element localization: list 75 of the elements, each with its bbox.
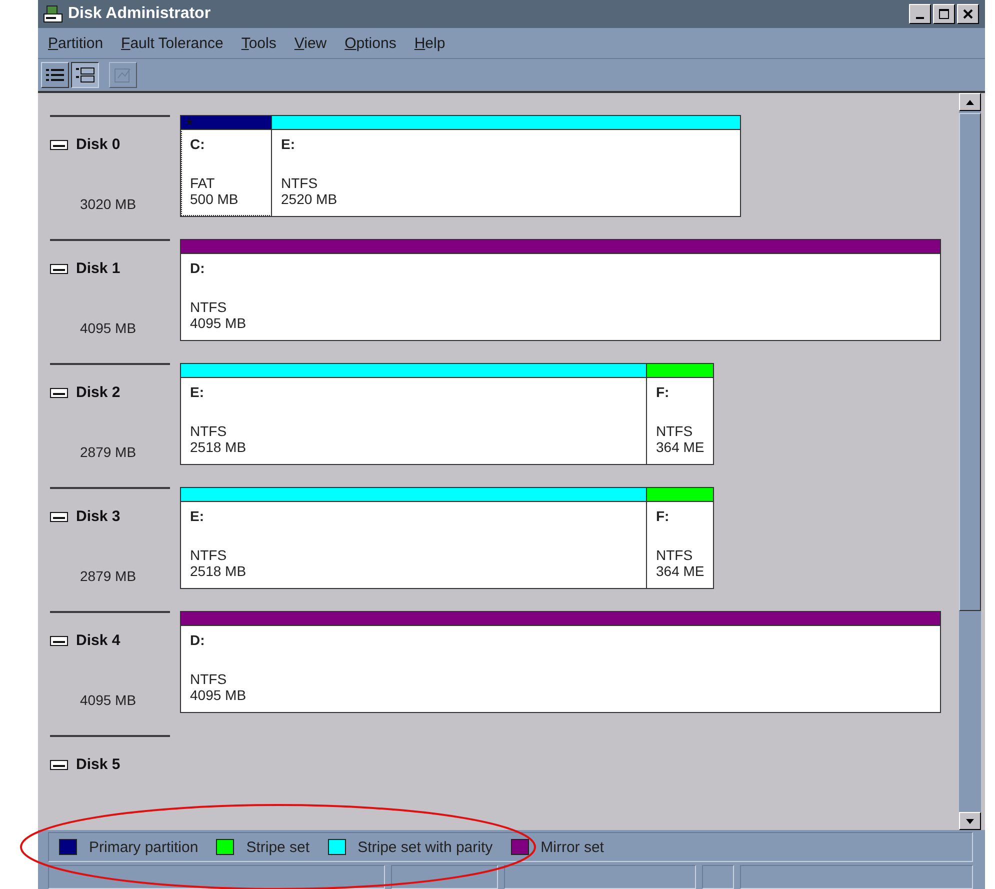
disk-size: 4095 MB [80,692,136,708]
disk-size: 2879 MB [80,568,136,584]
hard-drive-icon [50,140,68,150]
drive-letter: E: [281,136,296,154]
disk-name: Disk 4 [76,632,120,649]
disk-name: Disk 3 [76,508,120,525]
disk-view-icon [75,67,95,83]
disk-name: Disk 0 [76,136,120,153]
partition-region[interactable]: C: FAT 500 MB [181,116,272,216]
partition-size: 2520 MB [281,191,338,207]
partition-size: 364 ME [656,563,706,579]
menu-item[interactable]: Help [414,34,446,52]
file-system: NTFS [656,547,694,563]
vertical-scrollbar[interactable] [959,93,981,830]
partition-region[interactable]: E: NTFS 2518 MB [181,364,647,464]
hard-drive-icon [50,760,68,770]
close-icon [963,9,973,19]
partition-size: 500 MB [190,191,240,207]
drive-letter: D: [190,260,206,278]
disk-size: 2879 MB [80,444,136,460]
partition-region[interactable]: F: NTFS 364 ME [647,488,713,588]
menu-item[interactable]: Options [344,34,396,52]
drive-letter: E: [190,508,205,526]
close-button[interactable] [957,4,979,24]
disk-size: 4095 MB [80,320,136,336]
toolbar-button[interactable] [71,62,99,88]
legend-label: Primary partition [89,838,198,856]
menu-item[interactable]: Fault Tolerance [121,34,224,52]
partition-region[interactable]: D: NTFS 4095 MB [181,240,940,340]
partition-size: 4095 MB [190,687,248,703]
drive-letter: E: [190,384,205,402]
menu-item[interactable]: Partition [48,34,104,52]
hard-drive-icon [50,512,68,522]
minimize-icon [916,17,924,19]
hard-drive-icon [50,636,68,646]
file-system: FAT [190,175,216,191]
window-title: Disk Administrator [68,5,212,23]
legend-label: Stripe set with parity [358,838,493,856]
disk-size: 3020 MB [80,196,136,212]
disk-name: Disk 2 [76,384,120,401]
legend-label: Mirror set [540,838,604,856]
menu-item[interactable]: View [294,34,327,52]
partition-region[interactable]: E: NTFS 2518 MB [181,488,647,588]
drive-letter: C: [190,136,206,154]
disk-app-icon [42,3,64,25]
minimize-button[interactable] [909,4,931,24]
file-system: NTFS [190,423,228,439]
file-system: NTFS [190,671,228,687]
partition-region[interactable]: D: NTFS 4095 MB [181,612,940,712]
legend-label: Stripe set [246,838,310,856]
status-bar-pane [702,865,734,889]
file-system: NTFS [190,547,228,563]
partition-region[interactable]: E: NTFS 2520 MB [272,116,740,216]
file-system: NTFS [656,423,694,439]
up-arrow-icon [966,100,974,104]
partition-size: 2518 MB [190,563,248,579]
maximize-button[interactable] [933,4,955,24]
maximize-icon [938,8,950,20]
menu-item[interactable]: Tools [241,34,276,52]
disk-name: Disk 1 [76,260,120,277]
drive-letter: F: [656,384,670,402]
down-arrow-icon [966,818,974,824]
file-system: NTFS [190,299,228,315]
properties-icon [113,66,133,84]
file-system: NTFS [281,175,319,191]
partition-size: 2518 MB [190,439,248,455]
partition-size: 4095 MB [190,315,248,331]
partition-size: 364 ME [656,439,706,455]
hard-drive-icon [50,264,68,274]
drive-letter: D: [190,632,206,650]
disk-name: Disk 5 [76,756,120,773]
partition-region[interactable]: F: NTFS 364 ME [647,364,713,464]
drive-letter: F: [656,508,670,526]
list-view-icon [45,67,65,83]
hard-drive-icon [50,388,68,398]
